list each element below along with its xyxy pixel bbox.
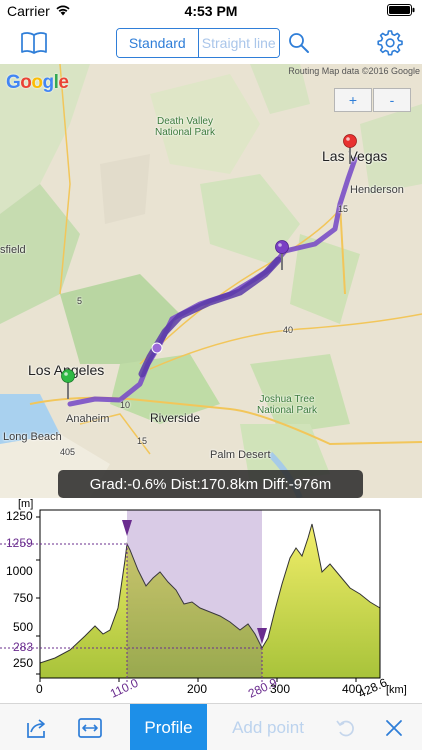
gear-icon[interactable]	[377, 30, 403, 61]
carrier-label: Carrier	[7, 3, 50, 19]
y-marker-high: 1259	[6, 536, 33, 550]
elevation-profile-chart[interactable]: [m] 1250 1259 1000 750 500 283 250 0 110…	[0, 498, 422, 703]
map-label-riverside: Riverside	[150, 411, 201, 425]
highway-shield-10: 10	[120, 400, 131, 410]
share-icon[interactable]	[16, 704, 56, 750]
y-tick-250: 250	[13, 656, 34, 670]
segment-stats-label: Grad:-0.6% Dist:170.8km Diff:-976m	[58, 470, 363, 498]
y-marker-low: 283	[13, 640, 34, 654]
status-right	[285, 3, 415, 19]
close-icon[interactable]	[374, 704, 414, 750]
zoom-out-button[interactable]: -	[373, 88, 411, 112]
x-tick-300: 300	[270, 682, 291, 696]
highway-shield-5: 5	[77, 296, 83, 306]
map-label-palm-desert: Palm Desert	[210, 449, 271, 461]
status-time: 4:53 PM	[184, 3, 238, 19]
y-tick-500: 500	[13, 620, 34, 634]
map-label-henderson: Henderson	[350, 184, 404, 196]
y-tick-1250: 1250	[6, 509, 33, 523]
google-logo: Google	[6, 72, 69, 93]
highway-shield-15: 15	[137, 436, 148, 446]
straight-line-mode-button[interactable]: Straight line	[198, 29, 279, 57]
top-toolbar: Standard Straight line	[0, 22, 422, 64]
fit-width-icon[interactable]	[70, 704, 110, 750]
wifi-icon	[55, 3, 71, 19]
highway-shield-40: 40	[283, 325, 294, 335]
x-tick-0: 0	[36, 682, 43, 696]
undo-icon[interactable]	[326, 704, 366, 750]
profile-button[interactable]: Profile	[130, 704, 207, 750]
battery-icon	[386, 3, 415, 19]
map-label-long-beach: Long Beach	[3, 431, 62, 443]
x-tick-200: 200	[187, 682, 208, 696]
y-tick-750: 750	[13, 591, 34, 605]
map-label-bakersfield: sfield	[0, 244, 26, 256]
bottom-toolbar: Profile Add point	[0, 703, 422, 750]
map-label-anaheim: Anaheim	[66, 413, 110, 425]
status-left: Carrier	[7, 3, 137, 19]
map-label-joshua-tree: Joshua Tree National Park	[256, 394, 318, 416]
routing-mode-segmented-control: Standard Straight line	[116, 28, 280, 58]
highway-shield-15-north: 15	[338, 204, 349, 214]
book-icon[interactable]	[20, 31, 48, 60]
route-map[interactable]: Google Routing Map data ©2016 Google + -…	[0, 64, 422, 498]
elevation-profile-svg	[0, 509, 381, 682]
map-label-death-valley: Death Valley National Park	[154, 116, 216, 138]
status-bar: Carrier 4:53 PM	[0, 0, 422, 22]
standard-mode-button[interactable]: Standard	[117, 29, 199, 57]
zoom-in-button[interactable]: +	[334, 88, 372, 112]
add-point-button[interactable]: Add point	[218, 704, 318, 750]
x-unit-label: [km]	[386, 684, 407, 696]
search-icon[interactable]	[288, 32, 310, 59]
y-tick-1000: 1000	[6, 564, 33, 578]
map-attribution[interactable]: Routing Map data ©2016 Google	[288, 66, 420, 76]
highway-shield-405: 405	[60, 447, 76, 457]
